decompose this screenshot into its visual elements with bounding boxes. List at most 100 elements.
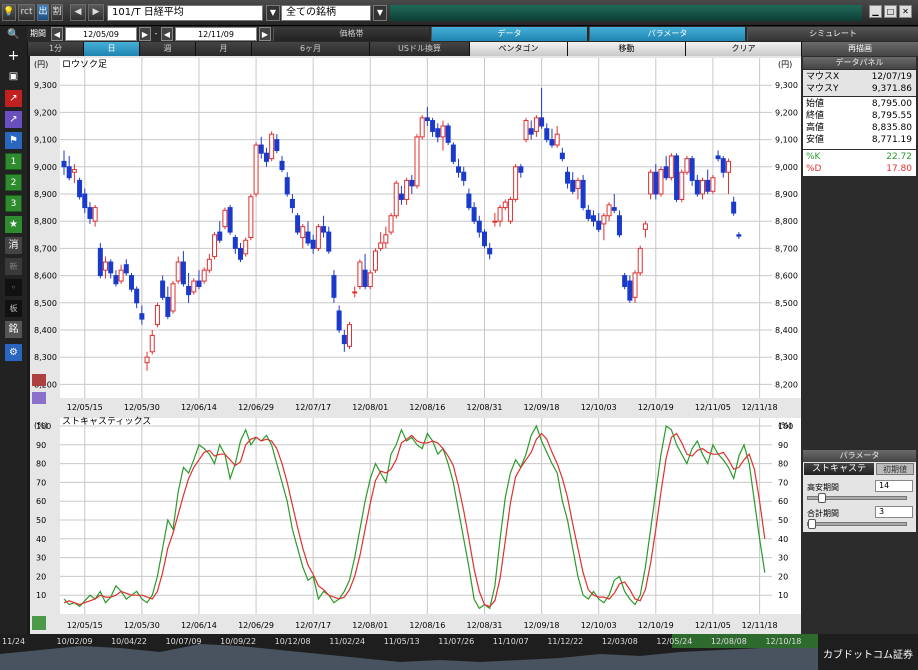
minimize-icon[interactable]: ▁ <box>869 5 882 18</box>
navigator-date-label: 10/04/22 <box>111 637 147 646</box>
stoch-y-tick-label-right: 40 <box>778 535 788 544</box>
new-button[interactable]: 新 <box>5 258 22 275</box>
candle-body <box>611 207 617 211</box>
date-from-prev-button[interactable]: ◀ <box>51 27 63 41</box>
rct-button[interactable]: rct <box>18 4 35 21</box>
chart-type-icon[interactable]: ↗ <box>5 90 22 107</box>
candle-body <box>139 313 145 320</box>
param-reset-button[interactable]: 初期値 <box>876 463 914 475</box>
navigator-date-label: 12/10/18 <box>765 637 801 646</box>
candle-body <box>720 158 726 173</box>
chart-svg[interactable]: (円) (円) ロウソク足 (%) (%) ストキャスティックス 8,2008,… <box>30 56 801 634</box>
sidebar-disabled-icon[interactable]: ◦ <box>5 279 22 296</box>
tab-price-band[interactable]: 価格帯 <box>273 27 429 41</box>
param2-input[interactable]: 3 <box>875 506 913 518</box>
board-button[interactable]: 板 <box>5 300 22 317</box>
date-from-input[interactable]: 12/05/09 <box>65 27 137 41</box>
price-y-tick-label-left: 8,500 <box>34 299 57 308</box>
layout-1-button[interactable]: 1 <box>5 153 22 170</box>
price-panel-icon[interactable] <box>32 374 46 386</box>
pentagon-button[interactable]: ペンタゴン <box>469 42 567 56</box>
candle-body <box>601 215 607 225</box>
stoch-panel-icon[interactable] <box>32 616 46 630</box>
flag-icon[interactable]: ⚑ <box>5 132 22 149</box>
redraw-button[interactable]: 再描画 <box>801 42 918 56</box>
usd-convert-button[interactable]: USドル換算 <box>369 42 469 56</box>
candle-body <box>471 207 477 222</box>
interval-day[interactable]: 日 <box>83 42 139 56</box>
mouse-y-row: マウスY 9,371.86 <box>803 83 916 95</box>
symbol-input[interactable]: 101/T 日経平均 <box>107 5 263 21</box>
navigator-date-label: 12/08/08 <box>711 637 747 646</box>
interval-month[interactable]: 月 <box>195 42 251 56</box>
date-to-prev-button[interactable]: ◀ <box>161 27 173 41</box>
param-tab-stochastic[interactable]: ストキャステ <box>804 463 874 475</box>
candle-body <box>222 209 228 228</box>
candle-body <box>414 136 420 187</box>
erase-button[interactable]: 消 <box>5 237 22 254</box>
candle-body <box>341 334 347 345</box>
close-value: 8,795.55 <box>871 111 912 121</box>
high-label: 高値 <box>806 123 825 133</box>
gear-icon[interactable]: ⚙ <box>5 344 22 361</box>
chart-area[interactable]: (円) (円) ロウソク足 (%) (%) ストキャスティックス 8,200 8,… <box>30 56 801 634</box>
param1-slider-thumb[interactable] <box>818 493 826 503</box>
param1-slider[interactable] <box>807 493 907 503</box>
search-icon[interactable]: 🔍 <box>5 26 22 43</box>
camera-icon[interactable]: ▣ <box>5 68 22 85</box>
candle-body <box>352 291 358 294</box>
interval-week[interactable]: 週 <box>139 42 195 56</box>
bulb-icon[interactable]: 💡 <box>2 4 16 21</box>
indicator-panel-icon[interactable] <box>32 392 46 404</box>
close-icon[interactable]: ✕ <box>899 5 912 18</box>
symbol-dropdown-icon[interactable]: ▼ <box>266 5 280 21</box>
candle-body <box>684 158 690 173</box>
candle-body <box>404 179 410 200</box>
price-y-tick-label-left: 8,900 <box>34 190 57 199</box>
stock-button[interactable]: 銘 <box>5 321 22 338</box>
candle-body <box>679 171 685 200</box>
candle-body <box>284 177 290 195</box>
date-to-next-button[interactable]: ▶ <box>259 27 271 41</box>
star-icon[interactable]: ★ <box>5 216 22 233</box>
stoch-y-tick-label-left: 30 <box>36 554 46 563</box>
tab-simulate[interactable]: シミュレート <box>747 27 918 41</box>
layout-2-button[interactable]: 2 <box>5 174 22 191</box>
candle-body <box>606 204 612 217</box>
split-button[interactable]: 割 <box>51 4 63 21</box>
out-button[interactable]: 出 <box>37 4 49 21</box>
navigator-date-label: 10/02/09 <box>57 637 93 646</box>
history-navigator[interactable]: 11/24 10/02/09 10/04/22 10/07/09 10/09/22 10/… <box>0 634 918 670</box>
navigator-labels: 11/24 10/02/09 10/04/22 10/07/09 10/09/22 10/… <box>2 637 801 646</box>
interval-1min[interactable]: 1分 <box>27 42 83 56</box>
param2-slider-thumb[interactable] <box>808 519 816 529</box>
date-to-input[interactable]: 12/11/09 <box>175 27 257 41</box>
interval-6month[interactable]: 6ヶ月 <box>251 42 369 56</box>
stoch-y-tick-label-right: 10 <box>778 591 788 600</box>
candle-body <box>367 272 373 287</box>
move-button[interactable]: 移動 <box>567 42 685 56</box>
price-y-tick-label-left: 8,800 <box>34 217 57 226</box>
candle-body <box>596 220 602 230</box>
prev-symbol-button[interactable]: ◀ <box>70 4 86 21</box>
navigator-svg[interactable]: 11/24 10/02/09 10/04/22 10/07/09 10/09/22 10/… <box>0 634 918 670</box>
filter-input[interactable]: 全ての銘柄 <box>281 5 371 21</box>
next-symbol-button[interactable]: ▶ <box>88 4 104 21</box>
price-y-tick-label-right: 8,600 <box>775 272 798 281</box>
filter-dropdown-icon[interactable]: ▼ <box>373 5 387 21</box>
stoch-y-tick-label-left: 10 <box>36 591 46 600</box>
date-from-next-button[interactable]: ▶ <box>139 27 151 41</box>
maximize-icon[interactable]: □ <box>884 5 897 18</box>
tab-parameters[interactable]: パラメータ <box>589 27 745 41</box>
clear-button[interactable]: クリア <box>685 42 801 56</box>
candle-body <box>502 201 508 209</box>
param2-slider[interactable] <box>807 519 907 529</box>
layout-3-button[interactable]: 3 <box>5 195 22 212</box>
crosshair-icon[interactable]: + <box>5 48 22 65</box>
param1-input[interactable]: 14 <box>875 480 913 492</box>
trend-icon[interactable]: ↗ <box>5 111 22 128</box>
candle-body <box>196 280 202 287</box>
candle-body <box>378 242 384 249</box>
tab-data[interactable]: データ <box>431 27 587 41</box>
candle-body <box>191 280 197 293</box>
